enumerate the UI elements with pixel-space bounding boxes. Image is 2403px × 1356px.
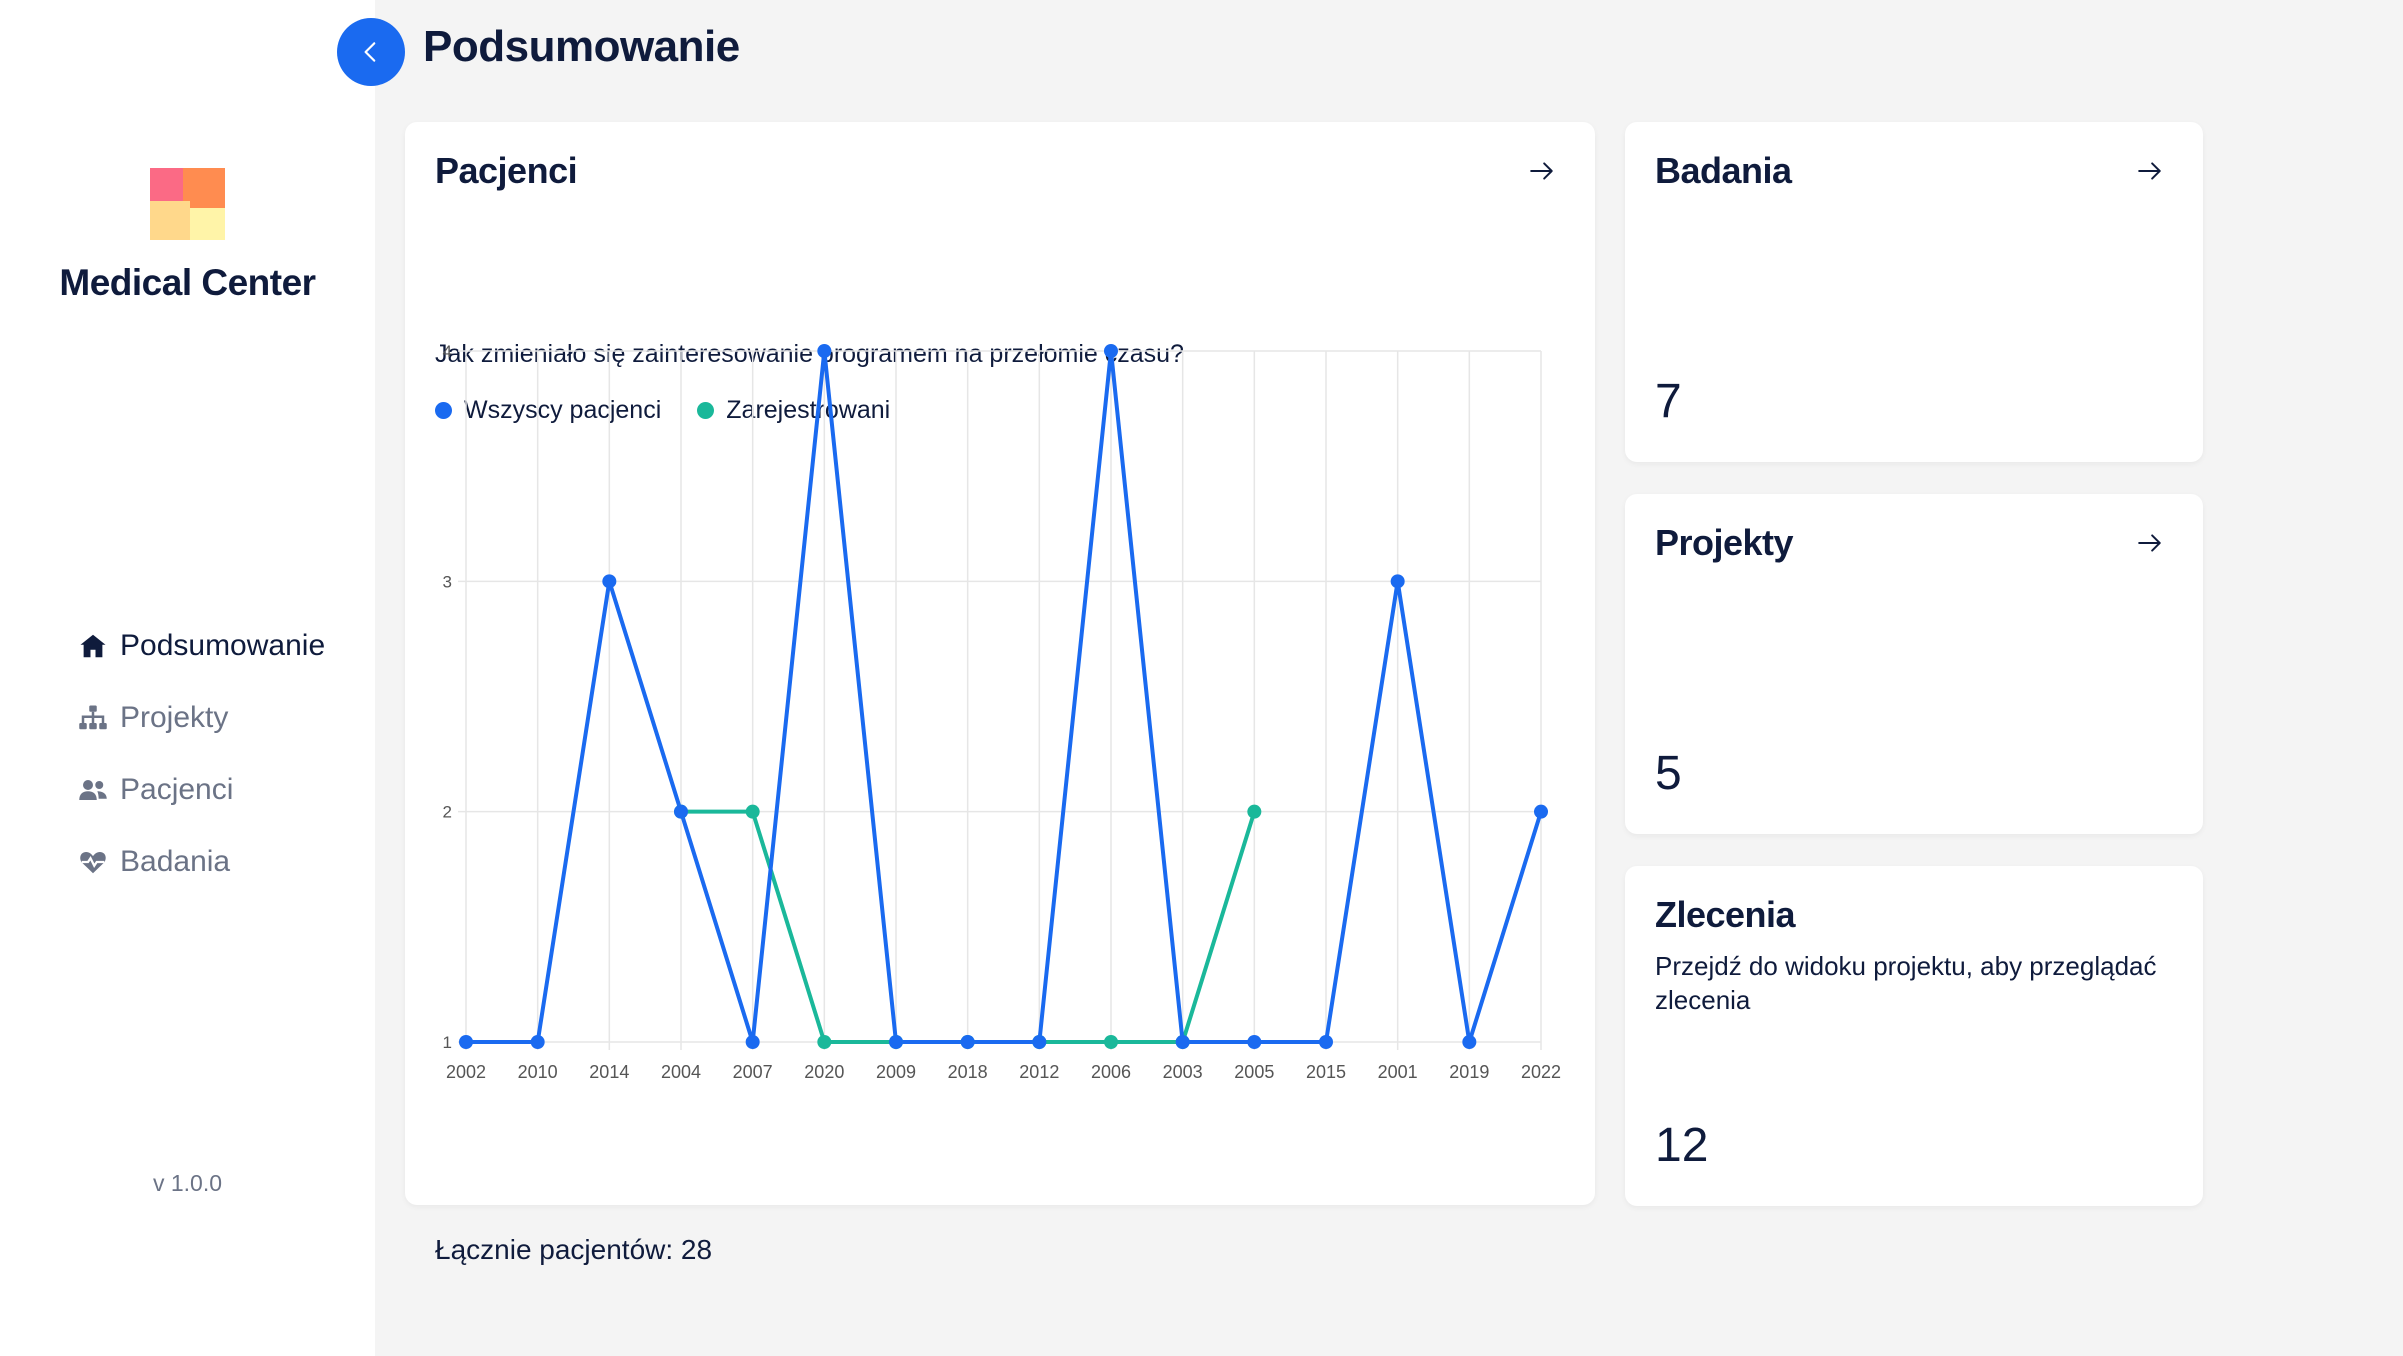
series-line bbox=[466, 349, 1543, 1044]
x-tick-label: 2018 bbox=[948, 1062, 988, 1082]
data-point bbox=[745, 1035, 760, 1049]
sidebar-item-label: Pacjenci bbox=[120, 773, 234, 806]
data-point bbox=[817, 1035, 832, 1049]
projekty-card-title: Projekty bbox=[1655, 522, 1794, 563]
projekty-count: 5 bbox=[1655, 747, 1682, 800]
y-tick-label: 4 bbox=[443, 342, 452, 361]
data-point bbox=[1104, 1035, 1118, 1049]
x-tick-label: 2002 bbox=[446, 1062, 486, 1082]
zlecenia-card-title: Zlecenia bbox=[1655, 894, 1796, 935]
data-point bbox=[602, 574, 617, 589]
data-point bbox=[1104, 344, 1118, 358]
projekty-card[interactable]: Projekty 5 bbox=[1625, 494, 2203, 834]
heart-pulse-icon bbox=[80, 852, 106, 874]
arrow-right-icon[interactable] bbox=[2137, 158, 2163, 184]
x-tick-label: 2015 bbox=[1306, 1062, 1346, 1082]
data-point bbox=[1247, 804, 1262, 819]
zlecenia-description: Przejdź do widoku projektu, aby przegląd… bbox=[1655, 951, 2157, 1015]
brand-name: Medical Center bbox=[59, 262, 316, 303]
x-tick-label: 2010 bbox=[518, 1062, 558, 1082]
sidebar-item-badania[interactable]: Badania bbox=[78, 826, 325, 898]
sidebar: Medical Center Podsumowanie Projekty Pac… bbox=[0, 0, 375, 1356]
data-point bbox=[960, 1035, 975, 1049]
badania-card-title: Badania bbox=[1655, 150, 1792, 191]
x-tick-label: 2003 bbox=[1163, 1062, 1203, 1082]
data-point bbox=[530, 1035, 545, 1049]
sidebar-item-projekty[interactable]: Projekty bbox=[78, 682, 325, 754]
data-point bbox=[459, 1035, 473, 1049]
x-tick-label: 2005 bbox=[1234, 1062, 1274, 1082]
x-tick-label: 2014 bbox=[589, 1062, 629, 1082]
data-point bbox=[1319, 1035, 1333, 1049]
sidebar-nav: Podsumowanie Projekty Pacjenci Badania bbox=[78, 610, 325, 898]
x-tick-label: 2001 bbox=[1378, 1062, 1418, 1082]
badania-count: 7 bbox=[1655, 375, 1682, 428]
patients-card: Pacjenci Jak zmieniało się zainteresowan… bbox=[405, 122, 1595, 1265]
app-logo bbox=[150, 168, 225, 240]
users-icon bbox=[79, 780, 107, 800]
x-tick-label: 2009 bbox=[876, 1062, 916, 1082]
page-title: Podsumowanie bbox=[423, 22, 740, 71]
data-point bbox=[745, 804, 760, 819]
x-tick-label: 2019 bbox=[1449, 1062, 1489, 1082]
y-tick-label: 1 bbox=[443, 1033, 452, 1052]
x-tick-label: 2012 bbox=[1019, 1062, 1059, 1082]
app-version: v 1.0.0 bbox=[152, 1170, 223, 1196]
x-tick-label: 2004 bbox=[661, 1062, 701, 1082]
data-point bbox=[1390, 574, 1405, 589]
sidebar-item-pacjenci[interactable]: Pacjenci bbox=[78, 754, 325, 826]
data-point bbox=[1247, 1035, 1262, 1049]
x-tick-label: 2006 bbox=[1091, 1062, 1131, 1082]
data-point bbox=[817, 344, 832, 358]
chevron-left-icon bbox=[364, 42, 376, 62]
arrow-right-icon[interactable] bbox=[2137, 530, 2163, 556]
x-tick-label: 2007 bbox=[733, 1062, 773, 1082]
zlecenia-card: Zlecenia Przejdź do widoku projektu, aby… bbox=[1625, 866, 2203, 1206]
badania-card[interactable]: Badania 7 bbox=[1625, 122, 2203, 462]
data-point bbox=[1534, 804, 1548, 819]
patients-line-chart: 2002 2010 2014 2004 2007 2020 2009 2018 2012 2006… bbox=[443, 342, 1561, 1082]
data-point bbox=[1175, 1035, 1190, 1049]
sidebar-item-podsumowanie[interactable]: Podsumowanie bbox=[78, 610, 325, 682]
y-tick-label: 2 bbox=[443, 803, 452, 822]
zlecenia-count: 12 bbox=[1655, 1119, 1709, 1172]
sitemap-icon bbox=[79, 705, 107, 730]
data-point bbox=[889, 1035, 903, 1049]
x-tick-label: 2022 bbox=[1521, 1062, 1561, 1082]
back-button[interactable] bbox=[337, 18, 405, 86]
data-point bbox=[1032, 1035, 1047, 1049]
sidebar-item-label: Badania bbox=[120, 845, 231, 878]
data-point bbox=[674, 804, 688, 819]
home-icon bbox=[80, 634, 106, 658]
data-point bbox=[1462, 1035, 1477, 1049]
patients-total: Łącznie pacjentów: 28 bbox=[435, 1234, 713, 1265]
sidebar-item-label: Projekty bbox=[120, 701, 229, 734]
sidebar-item-label: Podsumowanie bbox=[120, 629, 326, 662]
y-tick-label: 3 bbox=[443, 572, 452, 591]
x-tick-label: 2020 bbox=[804, 1062, 844, 1082]
